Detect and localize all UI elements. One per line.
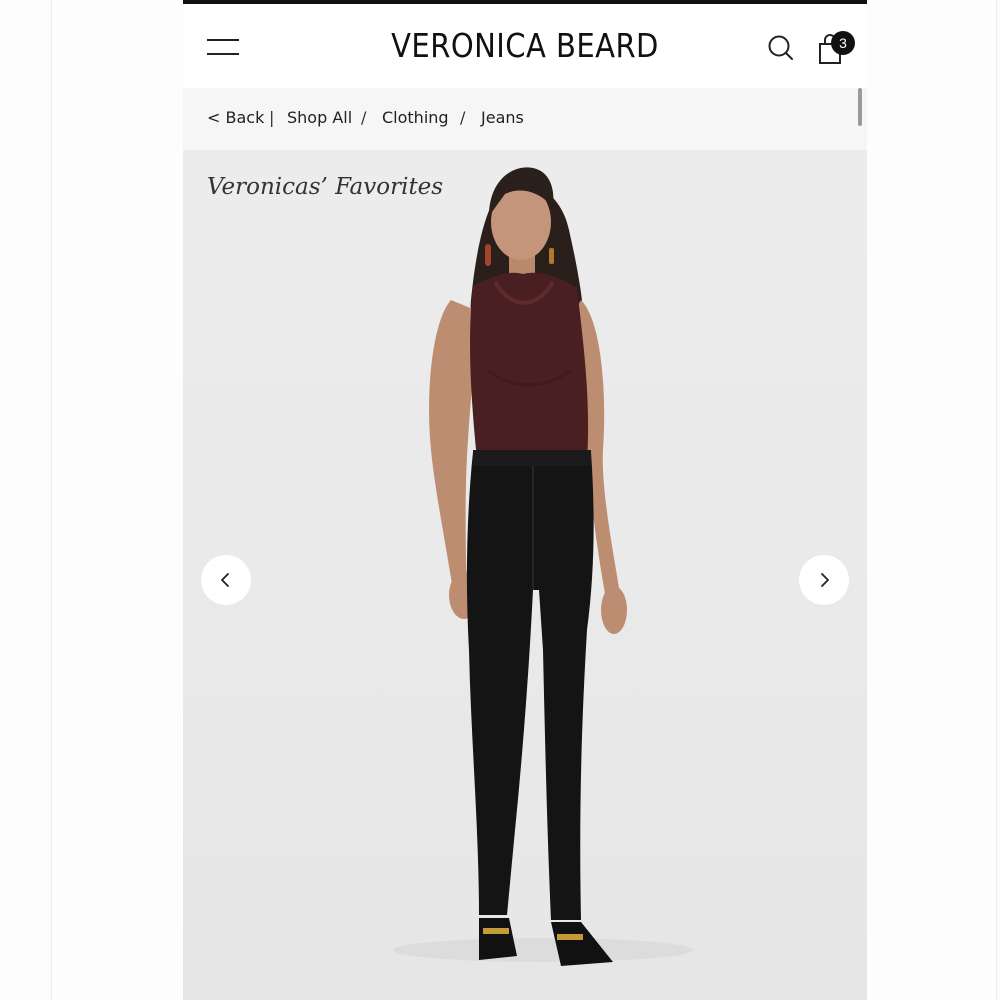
breadcrumb-jeans[interactable]: Jeans — [481, 108, 524, 127]
chevron-left-icon — [221, 573, 229, 587]
bag-count-badge: 3 — [831, 31, 855, 55]
breadcrumb-clothing[interactable]: Clothing — [382, 108, 449, 127]
mobile-viewport: VERONICA BEARD 3 < Back | Shop All / Clo… — [183, 0, 867, 1000]
chevron-right-icon — [821, 573, 829, 587]
brand-logo[interactable]: VERONICA BEARD — [224, 26, 826, 65]
product-image — [393, 167, 693, 966]
carousel-prev-button[interactable] — [201, 555, 251, 605]
page-background: VERONICA BEARD 3 < Back | Shop All / Clo… — [0, 0, 1000, 1000]
site-header: VERONICA BEARD 3 — [183, 4, 867, 88]
carousel-next-button[interactable] — [799, 555, 849, 605]
breadcrumb-shop-all[interactable]: Shop All — [287, 108, 352, 127]
frame-divider-left — [51, 0, 52, 1000]
breadcrumb: < Back | Shop All / Clothing / Jeans — [183, 88, 867, 150]
frame-divider-right — [996, 0, 997, 1000]
search-icon — [768, 35, 793, 60]
scrollbar-thumb[interactable] — [858, 88, 862, 126]
breadcrumb-separator: / — [460, 108, 466, 127]
back-link[interactable]: < Back — [207, 108, 264, 127]
search-button[interactable] — [767, 34, 795, 62]
product-image-carousel: Veronicas’ Favorites — [183, 150, 867, 1000]
breadcrumb-divider: | — [269, 108, 275, 127]
collection-label: Veronicas’ Favorites — [207, 174, 444, 200]
breadcrumb-separator: / — [361, 108, 367, 127]
